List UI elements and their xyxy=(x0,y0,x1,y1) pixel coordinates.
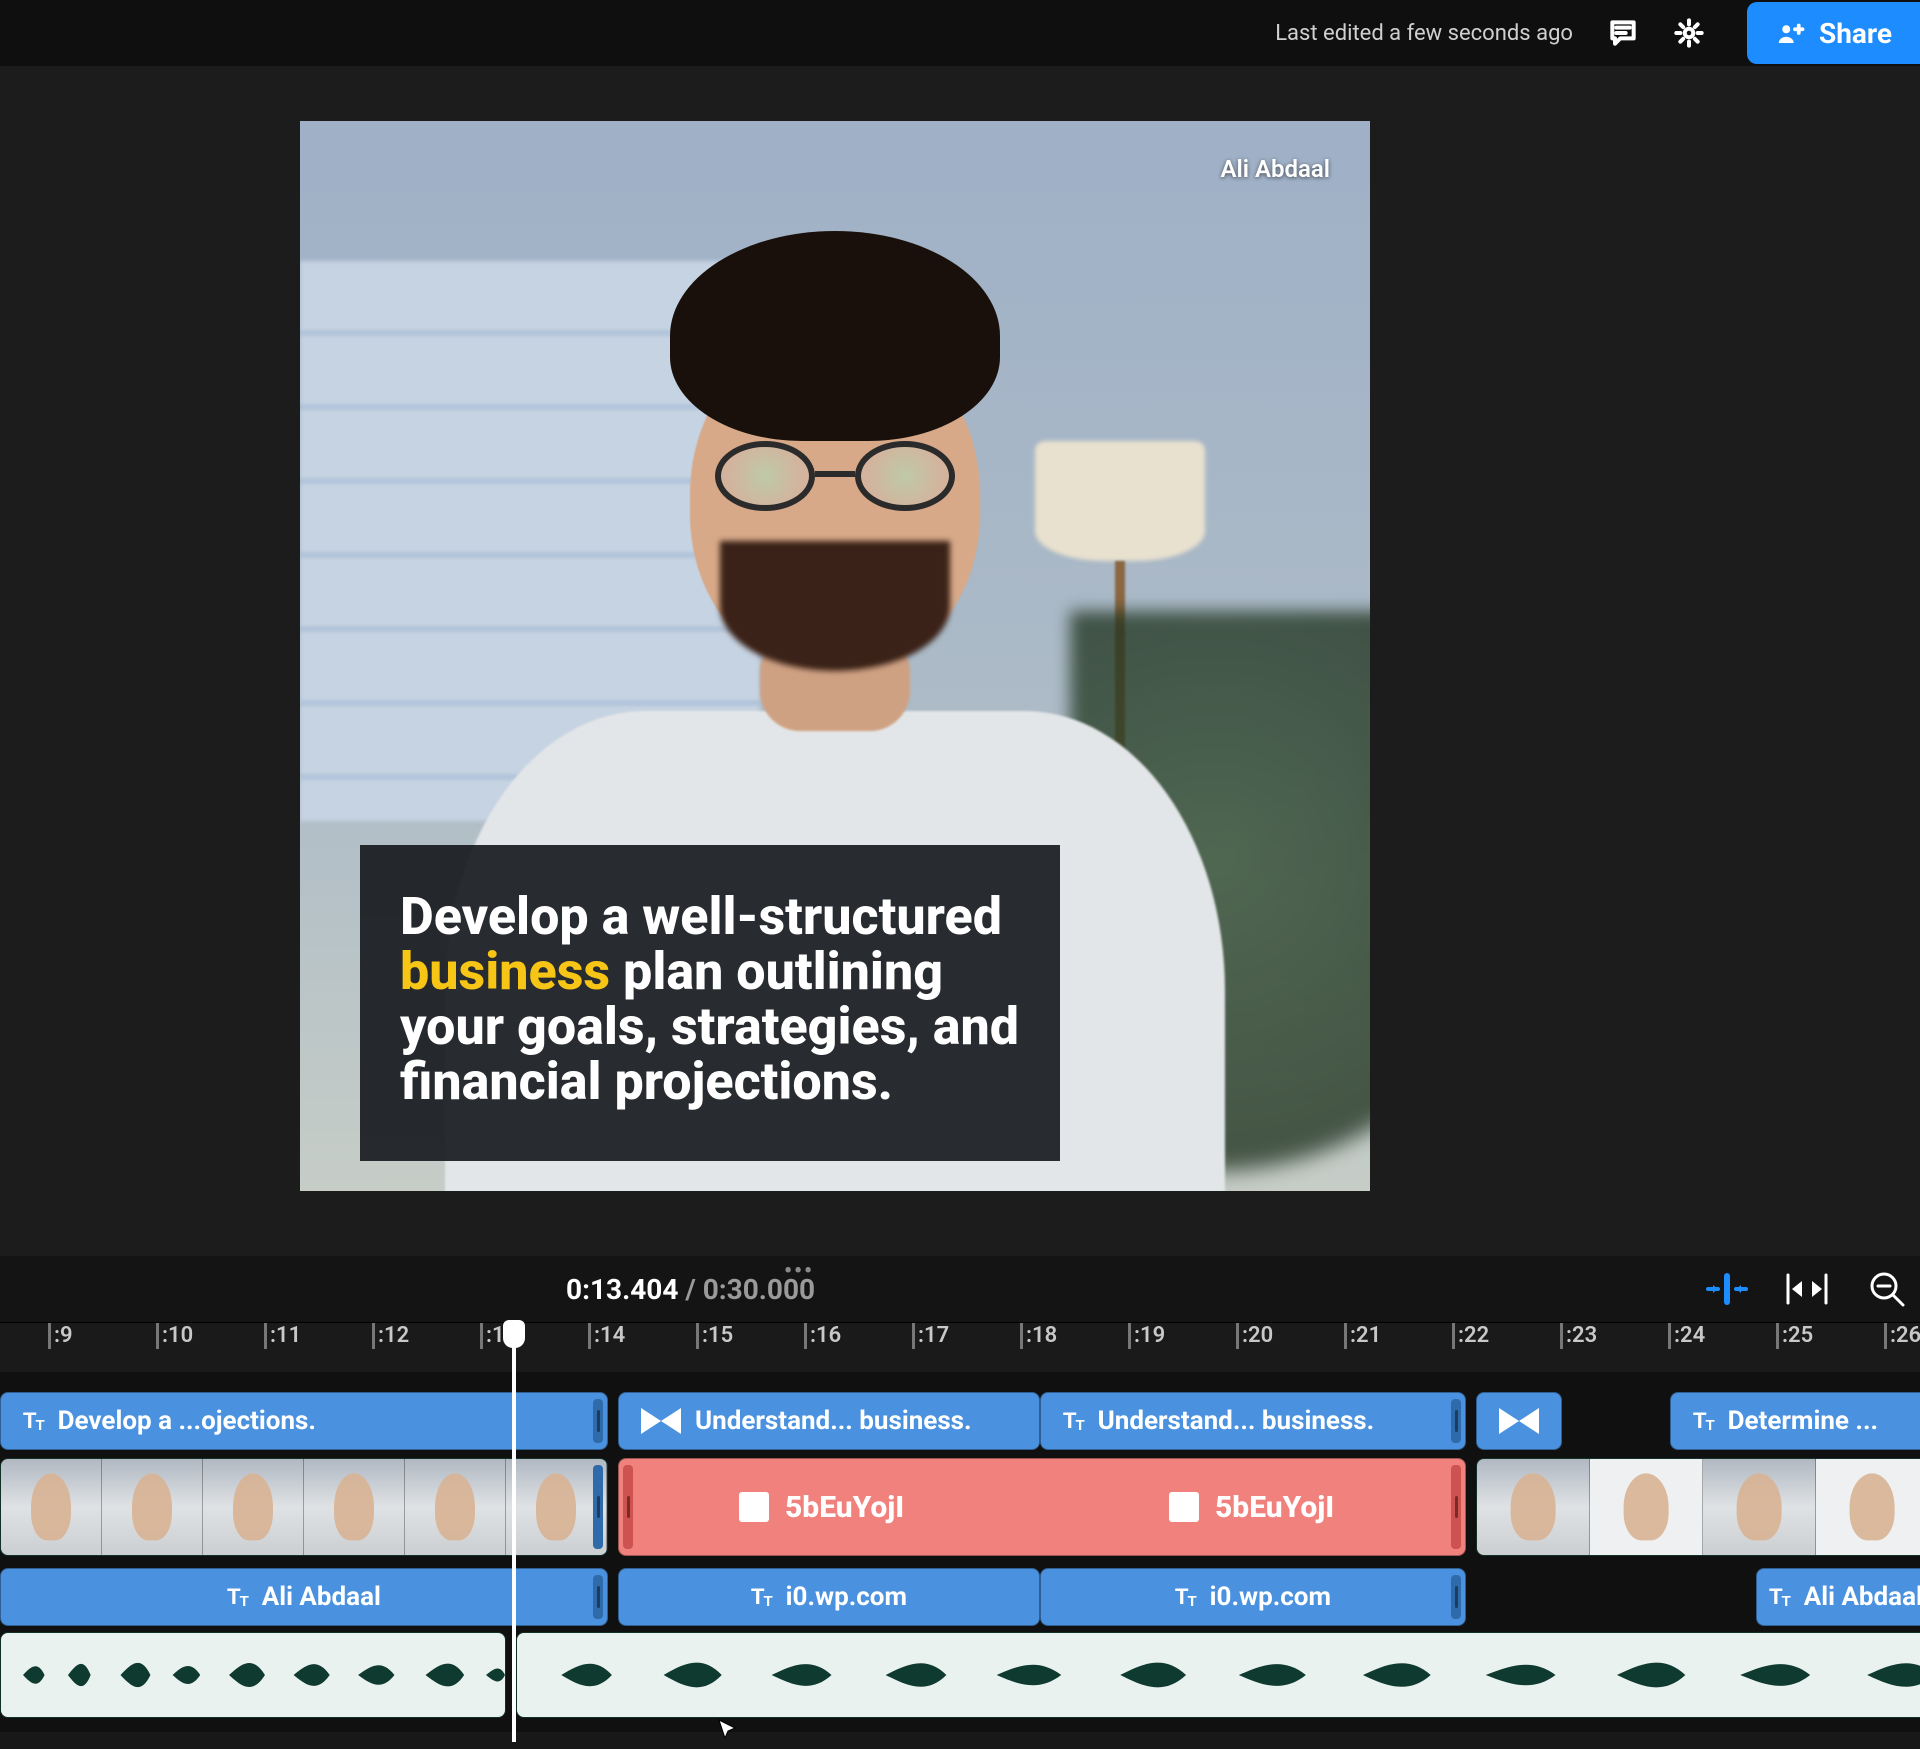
text-clip[interactable]: TT i0.wp.com xyxy=(618,1568,1040,1626)
ruler-tick: :11 xyxy=(264,1323,301,1372)
transition-icon xyxy=(1499,1408,1539,1434)
comment-icon xyxy=(1607,17,1639,49)
video-clip[interactable] xyxy=(0,1458,608,1556)
time-separator: / xyxy=(678,1273,702,1306)
clip-trim-right[interactable] xyxy=(593,1575,603,1619)
lower-text-track: TT Ali Abdaal TT i0.wp.com TT i0.wp.com … xyxy=(0,1568,1920,1626)
text-clip[interactable]: TT Develop a ...ojections. xyxy=(0,1392,608,1450)
caption-text-highlight: business xyxy=(400,941,610,1002)
text-clip-label: i0.wp.com xyxy=(1210,1582,1331,1612)
media-clip-label: 5bEuYojI xyxy=(785,1490,904,1525)
split-icon xyxy=(1705,1269,1749,1309)
text-icon: TT xyxy=(1693,1408,1714,1434)
ruler-tick: :22 xyxy=(1452,1323,1489,1372)
share-people-icon xyxy=(1775,18,1805,48)
clip-trim-right[interactable] xyxy=(1451,1399,1461,1443)
ruler-tick: :23 xyxy=(1560,1323,1597,1372)
scene-plant xyxy=(1070,611,1370,1191)
share-label: Share xyxy=(1819,17,1892,50)
ruler-tick: :26 xyxy=(1884,1323,1920,1372)
timeline-tools xyxy=(1704,1256,1910,1322)
ruler-tick: :13 xyxy=(480,1323,517,1372)
ruler-tick: :24 xyxy=(1668,1323,1705,1372)
clip-trim-left[interactable] xyxy=(623,1465,633,1549)
ruler-tick: :12 xyxy=(372,1323,409,1372)
current-time: 0:13.404 xyxy=(566,1273,678,1306)
text-track: TT Develop a ...ojections. Understand...… xyxy=(0,1392,1920,1450)
text-clip-label: Understand... business. xyxy=(695,1406,972,1436)
text-clip[interactable]: TT Ali Abdaal xyxy=(1756,1568,1920,1626)
text-icon: TT xyxy=(23,1408,44,1434)
preview-canvas: Ali Abdaal Develop a well-structured bus… xyxy=(0,66,1920,1256)
clip-trim-right[interactable] xyxy=(593,1465,603,1549)
text-icon: TT xyxy=(751,1584,772,1610)
text-clip[interactable]: TT Understand... business. xyxy=(1040,1392,1466,1450)
text-clip[interactable]: Understand... business. xyxy=(618,1392,1040,1450)
text-clip-label: Understand... business. xyxy=(1098,1406,1375,1436)
timeline[interactable]: TT Develop a ...ojections. Understand...… xyxy=(0,1372,1920,1732)
text-clip-label: Ali Abdaal xyxy=(1804,1582,1920,1612)
text-icon: TT xyxy=(227,1584,248,1610)
last-edited-text: Last edited a few seconds ago xyxy=(1275,21,1573,46)
text-clip-label: i0.wp.com xyxy=(786,1582,907,1612)
split-clip-button[interactable] xyxy=(1704,1266,1750,1312)
zoom-out-icon xyxy=(1867,1269,1907,1309)
video-clip[interactable] xyxy=(1476,1458,1920,1556)
audio-clip[interactable] xyxy=(516,1632,1920,1718)
ruler-tick: :14 xyxy=(588,1323,625,1372)
ruler-tick: :18 xyxy=(1020,1323,1057,1372)
caption-overlay[interactable]: Develop a well-structured business plan … xyxy=(360,845,1060,1161)
video-watermark: Ali Abdaal xyxy=(1221,155,1331,183)
text-icon: TT xyxy=(1769,1584,1790,1610)
clip-trim-right[interactable] xyxy=(1451,1465,1461,1549)
ruler-tick: :20 xyxy=(1236,1323,1273,1372)
video-track: 5bEuYojI 5bEuYojI xyxy=(0,1458,1920,1556)
transition-clip[interactable] xyxy=(1476,1392,1562,1450)
ruler-tick: :25 xyxy=(1776,1323,1813,1372)
gear-icon xyxy=(1673,17,1705,49)
snap-icon xyxy=(1784,1269,1830,1309)
comments-button[interactable] xyxy=(1601,11,1645,55)
text-clip-label: Develop a ...ojections. xyxy=(58,1406,316,1436)
share-button[interactable]: Share xyxy=(1747,2,1920,64)
video-preview[interactable]: Ali Abdaal Develop a well-structured bus… xyxy=(300,121,1370,1191)
media-thumb-icon xyxy=(1169,1492,1199,1522)
text-clip[interactable]: TT Ali Abdaal xyxy=(0,1568,608,1626)
text-clip-label: Ali Abdaal xyxy=(262,1582,381,1612)
clip-trim-right[interactable] xyxy=(1451,1575,1461,1619)
text-clip[interactable]: TT Determine ... xyxy=(1670,1392,1920,1450)
ruler-tick: :9 xyxy=(48,1323,73,1372)
media-thumb-icon xyxy=(739,1492,769,1522)
clip-trim-right[interactable] xyxy=(593,1399,603,1443)
media-clip-label: 5bEuYojI xyxy=(1215,1490,1334,1525)
text-clip-label: Determine ... xyxy=(1728,1406,1878,1436)
ruler-tick: :17 xyxy=(912,1323,949,1372)
ruler-tick: :16 xyxy=(804,1323,841,1372)
settings-button[interactable] xyxy=(1667,11,1711,55)
snap-button[interactable] xyxy=(1784,1266,1830,1312)
zoom-out-button[interactable] xyxy=(1864,1266,1910,1312)
top-bar: Last edited a few seconds ago Share xyxy=(0,0,1920,66)
ruler-tick: :15 xyxy=(696,1323,733,1372)
timeline-ruler[interactable]: :9 :10 :11 :12 :13 :14 :15 :16 :17 :18 :… xyxy=(0,1322,1920,1372)
ruler-tick: :10 xyxy=(156,1323,193,1372)
text-clip[interactable]: TT i0.wp.com xyxy=(1040,1568,1466,1626)
audio-track xyxy=(0,1632,1920,1718)
scene-shelf xyxy=(300,261,760,821)
media-clip[interactable]: 5bEuYojI 5bEuYojI xyxy=(618,1458,1466,1556)
text-icon: TT xyxy=(1063,1408,1084,1434)
text-icon: TT xyxy=(1175,1584,1196,1610)
total-time: 0:30.000 xyxy=(703,1273,815,1306)
mouse-cursor-icon xyxy=(716,1718,740,1742)
ruler-tick: :19 xyxy=(1128,1323,1165,1372)
ruler-tick: :21 xyxy=(1344,1323,1381,1372)
playback-controls: ••• 0:13.404 / 0:30.000 xyxy=(0,1256,1920,1322)
audio-clip[interactable] xyxy=(0,1632,506,1718)
transition-icon xyxy=(641,1408,681,1434)
caption-text-pre: Develop a well-structured xyxy=(400,886,1002,947)
time-display: 0:13.404 / 0:30.000 xyxy=(566,1273,815,1306)
